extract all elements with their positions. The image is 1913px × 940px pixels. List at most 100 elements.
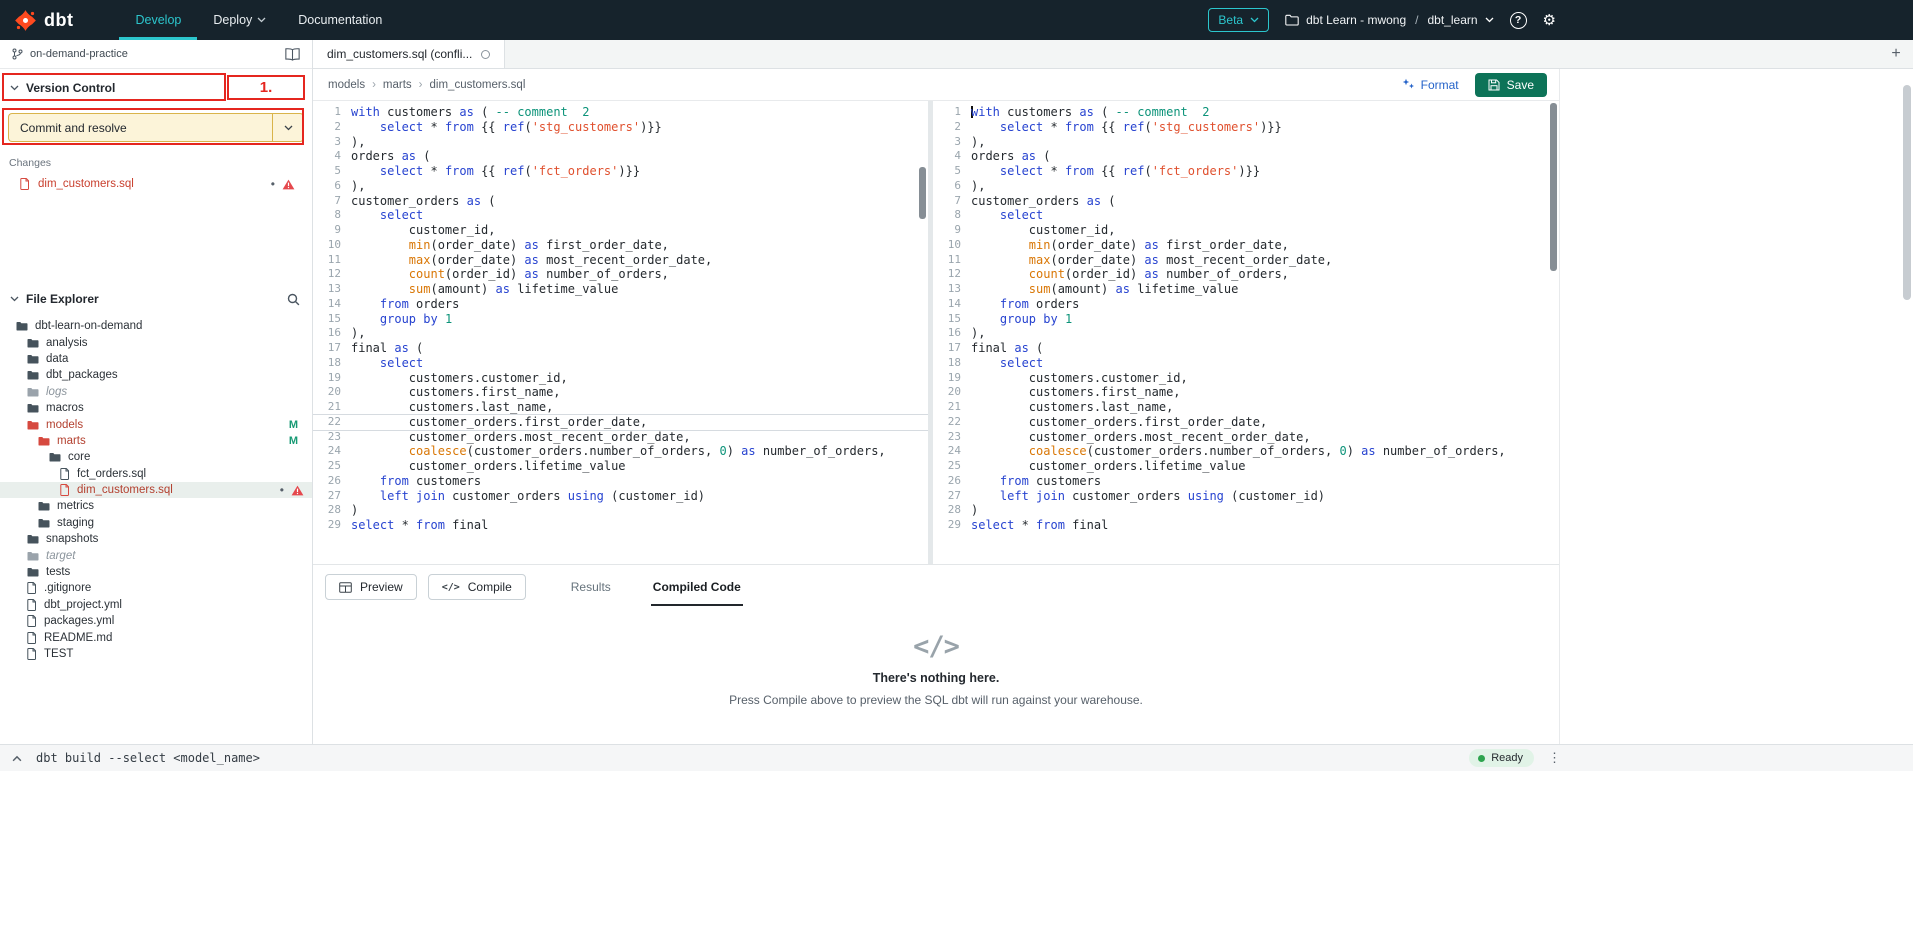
code-line[interactable]: 7customer_orders as ( <box>933 194 1559 209</box>
tab-compiled-code[interactable]: Compiled Code <box>651 575 743 599</box>
code-line[interactable]: 14 from orders <box>933 297 1559 312</box>
tree-item-dbt_packages[interactable]: dbt_packages <box>0 367 312 383</box>
code-line[interactable]: 22 customer_orders.first_order_date, <box>313 415 928 430</box>
tree-item-dbt_project.yml[interactable]: dbt_project.yml <box>0 597 312 613</box>
tree-item-models[interactable]: modelsM <box>0 416 312 432</box>
branch-name[interactable]: on-demand-practice <box>30 48 278 60</box>
tree-item-logs[interactable]: logs <box>0 384 312 400</box>
chevron-up-icon[interactable] <box>12 755 22 762</box>
tree-item-README.md[interactable]: README.md <box>0 629 312 645</box>
code-line[interactable]: 18 select <box>933 356 1559 371</box>
nav-deploy[interactable]: Deploy <box>197 0 282 40</box>
scrollbar-thumb[interactable] <box>919 167 926 219</box>
code-line[interactable]: 25 customer_orders.lifetime_value <box>313 459 928 474</box>
code-line[interactable]: 24 coalesce(customer_orders.number_of_or… <box>933 444 1559 459</box>
commit-dropdown-button[interactable] <box>272 113 304 142</box>
code-line[interactable]: 2 select * from {{ ref('stg_customers')}… <box>313 120 928 135</box>
code-line[interactable]: 22 customer_orders.first_order_date, <box>933 415 1559 430</box>
code-line[interactable]: 6), <box>313 179 928 194</box>
project-selector[interactable]: dbt Learn - mwong / dbt_learn <box>1285 13 1493 27</box>
version-control-header[interactable]: Version Control <box>0 69 312 103</box>
tree-item-dim_customers.sql[interactable]: dim_customers.sql• <box>0 482 312 498</box>
tree-item-metrics[interactable]: metrics <box>0 498 312 514</box>
tree-item-core[interactable]: core <box>0 449 312 465</box>
tree-item-analysis[interactable]: analysis <box>0 334 312 350</box>
code-line[interactable]: 29select * from final <box>933 518 1559 533</box>
nav-develop[interactable]: Develop <box>119 0 197 40</box>
code-line[interactable]: 15 group by 1 <box>313 312 928 327</box>
code-line[interactable]: 25 customer_orders.lifetime_value <box>933 459 1559 474</box>
file-explorer-header[interactable]: File Explorer <box>0 280 312 314</box>
new-tab-button[interactable]: + <box>1879 40 1913 68</box>
tree-item-macros[interactable]: macros <box>0 400 312 416</box>
code-line[interactable]: 29select * from final <box>313 518 928 533</box>
code-line[interactable]: 5 select * from {{ ref('fct_orders')}} <box>933 164 1559 179</box>
search-icon[interactable] <box>287 293 300 306</box>
breadcrumb-marts[interactable]: marts <box>383 79 412 91</box>
tree-item-.gitignore[interactable]: .gitignore <box>0 580 312 596</box>
tree-item-staging[interactable]: staging <box>0 515 312 531</box>
tree-item-data[interactable]: data <box>0 351 312 367</box>
code-line[interactable]: 12 count(order_id) as number_of_orders, <box>933 267 1559 282</box>
code-line[interactable]: 21 customers.last_name, <box>313 400 928 415</box>
code-line[interactable]: 8 select <box>313 208 928 223</box>
code-line[interactable]: 20 customers.first_name, <box>933 385 1559 400</box>
code-line[interactable]: 27 left join customer_orders using (cust… <box>933 489 1559 504</box>
code-line[interactable]: 12 count(order_id) as number_of_orders, <box>313 267 928 282</box>
command-input[interactable]: dbt build --select <model_name> <box>36 751 1469 765</box>
code-line[interactable]: 15 group by 1 <box>933 312 1559 327</box>
changed-file-row[interactable]: dim_customers.sql • <box>0 174 312 194</box>
code-line[interactable]: 28) <box>933 503 1559 518</box>
code-line[interactable]: 17final as ( <box>313 341 928 356</box>
code-line[interactable]: 16), <box>313 326 928 341</box>
tree-item-fct_orders.sql[interactable]: fct_orders.sql <box>0 466 312 482</box>
code-line[interactable]: 16), <box>933 326 1559 341</box>
scrollbar-thumb[interactable] <box>1550 103 1557 271</box>
settings-gear-icon[interactable]: ⚙ <box>1543 11 1556 29</box>
code-line[interactable]: 24 coalesce(customer_orders.number_of_or… <box>313 444 928 459</box>
code-line[interactable]: 10 min(order_date) as first_order_date, <box>313 238 928 253</box>
kebab-menu-icon[interactable]: ⋮ <box>1548 750 1561 766</box>
code-line[interactable]: 17final as ( <box>933 341 1559 356</box>
code-line[interactable]: 1with customers as ( -- comment 2 <box>313 105 928 120</box>
code-line[interactable]: 21 customers.last_name, <box>933 400 1559 415</box>
breadcrumb-file[interactable]: dim_customers.sql <box>430 79 526 91</box>
code-editor-right[interactable]: 1with customers as ( -- comment 22 selec… <box>933 101 1559 564</box>
code-line[interactable]: 10 min(order_date) as first_order_date, <box>933 238 1559 253</box>
code-line[interactable]: 14 from orders <box>313 297 928 312</box>
code-line[interactable]: 6), <box>933 179 1559 194</box>
tree-item-packages.yml[interactable]: packages.yml <box>0 613 312 629</box>
tab-results[interactable]: Results <box>569 575 613 599</box>
code-line[interactable]: 19 customers.customer_id, <box>933 371 1559 386</box>
code-line[interactable]: 1with customers as ( -- comment 2 <box>933 105 1559 120</box>
code-line[interactable]: 9 customer_id, <box>313 223 928 238</box>
beta-toggle[interactable]: Beta <box>1208 8 1269 32</box>
code-line[interactable]: 26 from customers <box>933 474 1559 489</box>
tree-item-target[interactable]: target <box>0 547 312 563</box>
code-line[interactable]: 19 customers.customer_id, <box>313 371 928 386</box>
help-button[interactable]: ? <box>1510 12 1527 29</box>
code-line[interactable]: 4orders as ( <box>933 149 1559 164</box>
code-line[interactable]: 26 from customers <box>313 474 928 489</box>
code-line[interactable]: 3), <box>933 135 1559 150</box>
code-line[interactable]: 8 select <box>933 208 1559 223</box>
breadcrumb-models[interactable]: models <box>328 79 365 91</box>
format-button[interactable]: Format <box>1402 78 1459 92</box>
code-line[interactable]: 23 customer_orders.most_recent_order_dat… <box>313 430 928 445</box>
tree-item-snapshots[interactable]: snapshots <box>0 531 312 547</box>
code-line[interactable]: 13 sum(amount) as lifetime_value <box>933 282 1559 297</box>
code-line[interactable]: 20 customers.first_name, <box>313 385 928 400</box>
tab-dim-customers[interactable]: dim_customers.sql (confli... <box>313 40 505 68</box>
code-editor-left[interactable]: 1with customers as ( -- comment 22 selec… <box>313 101 928 564</box>
nav-documentation[interactable]: Documentation <box>282 0 398 40</box>
code-line[interactable]: 27 left join customer_orders using (cust… <box>313 489 928 504</box>
code-line[interactable]: 5 select * from {{ ref('fct_orders')}} <box>313 164 928 179</box>
code-line[interactable]: 13 sum(amount) as lifetime_value <box>313 282 928 297</box>
code-line[interactable]: 4orders as ( <box>313 149 928 164</box>
code-line[interactable]: 11 max(order_date) as most_recent_order_… <box>933 253 1559 268</box>
commit-and-resolve-button[interactable]: Commit and resolve <box>8 113 272 142</box>
code-line[interactable]: 11 max(order_date) as most_recent_order_… <box>313 253 928 268</box>
code-line[interactable]: 9 customer_id, <box>933 223 1559 238</box>
tree-item-dbt-learn-on-demand[interactable]: dbt-learn-on-demand <box>0 318 312 334</box>
code-line[interactable]: 18 select <box>313 356 928 371</box>
